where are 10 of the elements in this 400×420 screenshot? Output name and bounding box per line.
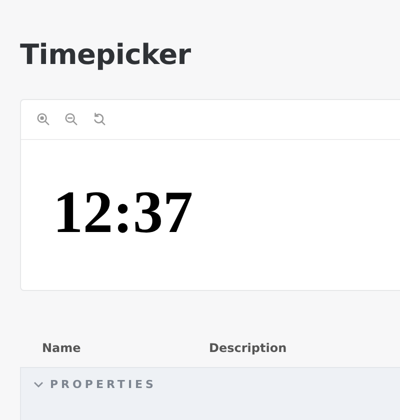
chevron-icon[interactable] — [33, 379, 44, 390]
group-row[interactable]: PROPERTIES — [20, 367, 400, 420]
column-header: Description — [209, 341, 287, 355]
time-display: 12:37 — [53, 182, 193, 242]
group-label: PROPERTIES — [50, 378, 156, 391]
column-header: Name — [42, 341, 82, 355]
zoom-out-icon[interactable] — [64, 112, 78, 126]
zoom-in-icon[interactable] — [36, 112, 50, 126]
page-title: Timepicker — [20, 38, 192, 71]
reset-icon[interactable] — [92, 112, 106, 126]
